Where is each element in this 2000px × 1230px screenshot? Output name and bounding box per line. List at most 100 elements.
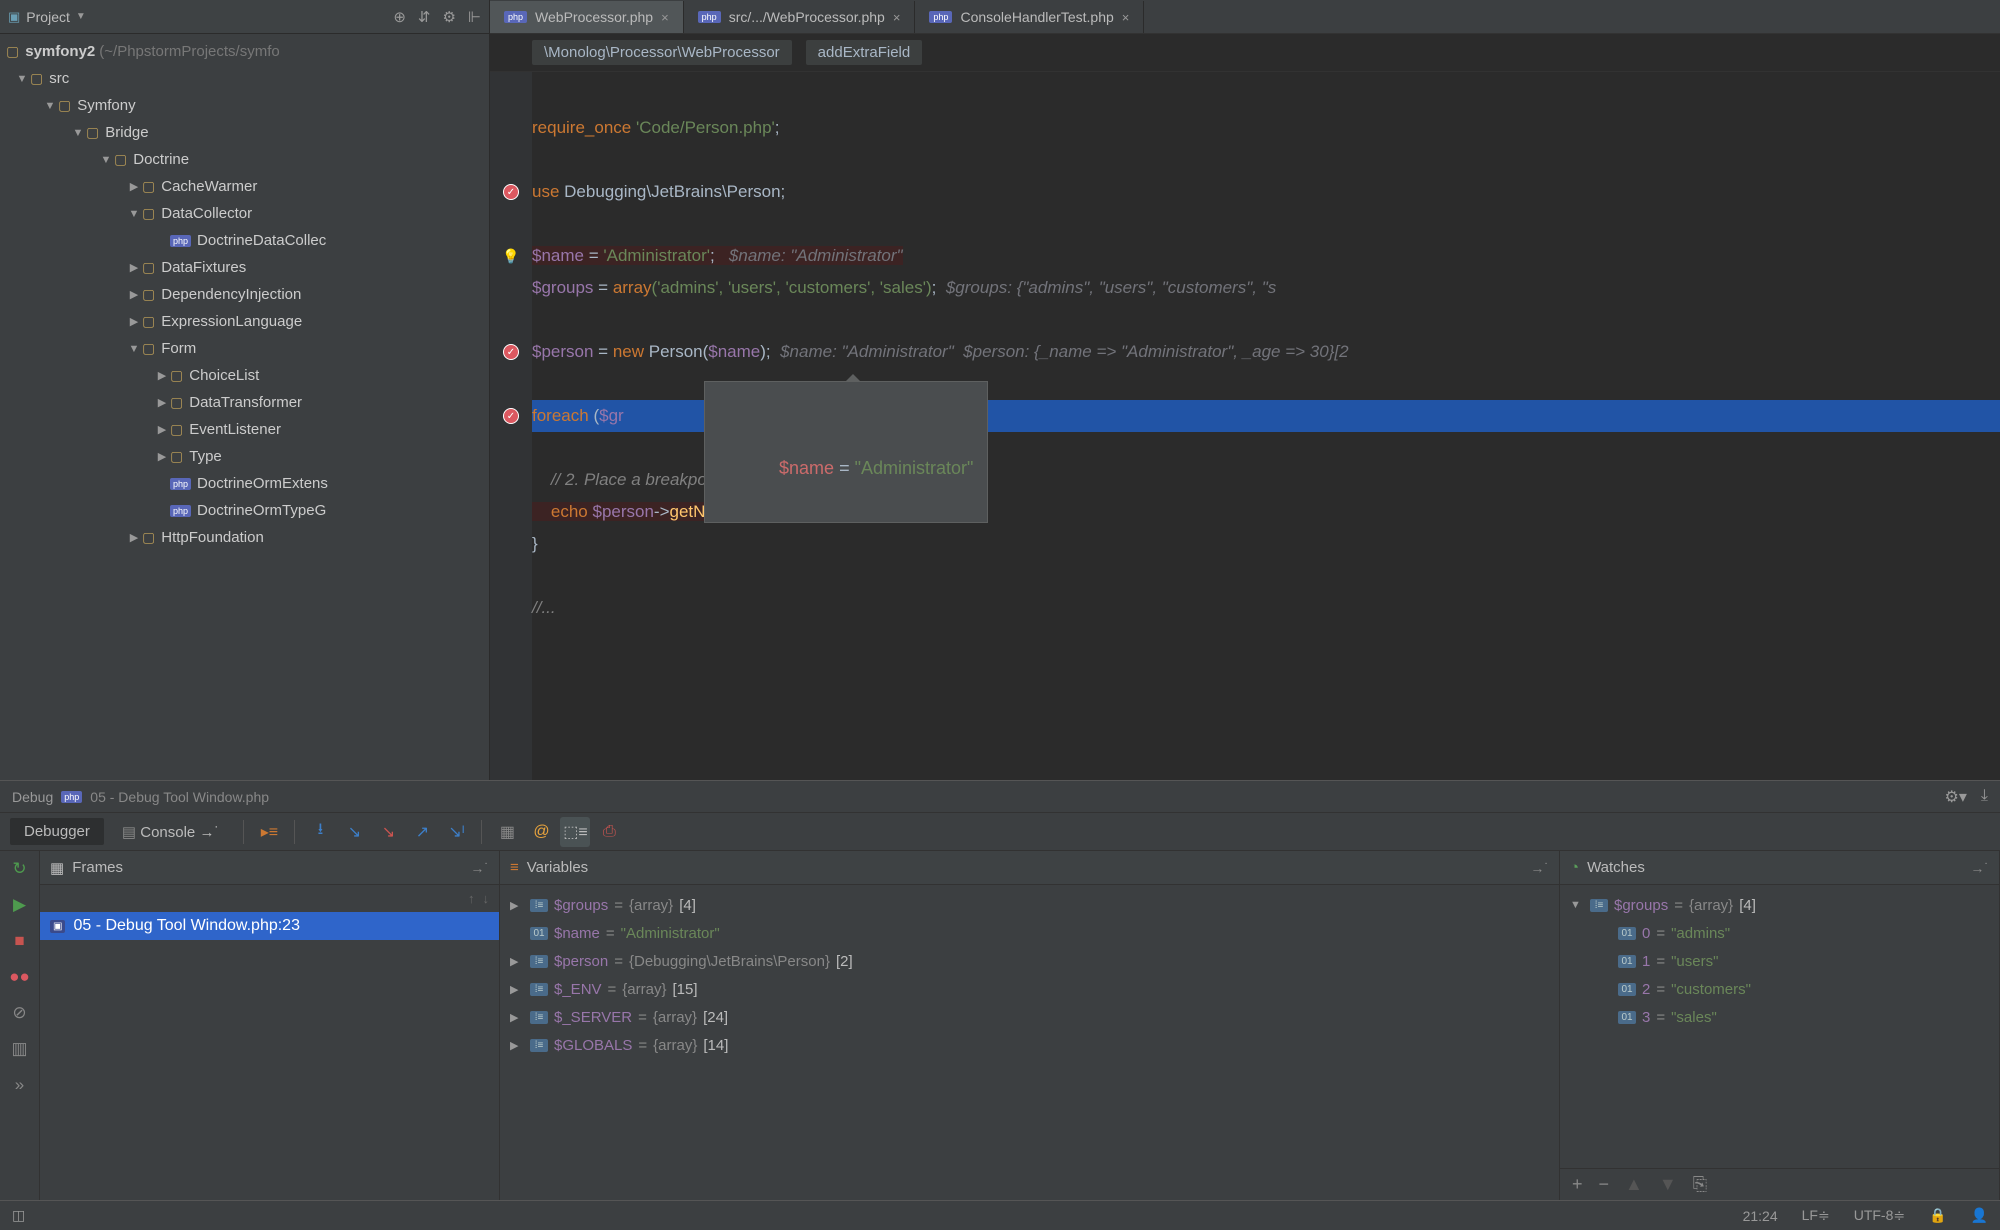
tree-arrow-icon[interactable]: ▼ xyxy=(70,127,86,139)
close-icon[interactable]: × xyxy=(1122,10,1130,25)
breakpoint-icon[interactable]: ✓ xyxy=(503,344,519,360)
breakpoint-icon[interactable]: ✓ xyxy=(503,184,519,200)
down-icon[interactable]: ▼ xyxy=(1659,1174,1677,1195)
copy-icon[interactable]: ⎘ xyxy=(1693,1174,1707,1195)
expand-arrow-icon[interactable]: ▶ xyxy=(510,899,524,912)
encoding[interactable]: UTF-8≑ xyxy=(1854,1207,1905,1224)
tree-arrow-icon[interactable]: ▶ xyxy=(154,396,170,409)
variable-row[interactable]: 012 = "customers" xyxy=(1570,975,1989,1003)
tree-row[interactable]: ▶▢CacheWarmer xyxy=(0,173,489,200)
variable-row[interactable]: ▶⁞≡$groups = {array} [4] xyxy=(510,891,1549,919)
tree-arrow-icon[interactable]: ▶ xyxy=(154,369,170,382)
hide-icon[interactable]: ⤓ xyxy=(1981,787,1988,807)
tool-window-icon[interactable]: ◫ xyxy=(12,1207,25,1224)
pin-icon[interactable]: →˙ xyxy=(1970,860,1989,876)
tree-row[interactable]: ▼▢DataCollector xyxy=(0,200,489,227)
show-exec-point-icon[interactable]: ▸≡ xyxy=(254,817,284,847)
code-editor[interactable]: ✓ 💡 ✓ ✓ require_once 'Code/Person.php'; … xyxy=(490,72,2000,780)
variable-row[interactable]: ▼⁞≡$groups = {array} [4] xyxy=(1570,891,1989,919)
tree-arrow-icon[interactable]: ▶ xyxy=(126,180,142,193)
gear-icon[interactable]: ⚙▾ xyxy=(1945,787,1967,807)
close-icon[interactable]: × xyxy=(661,10,669,25)
expand-arrow-icon[interactable]: ▶ xyxy=(510,1039,524,1052)
lock-icon[interactable]: 🔒 xyxy=(1929,1207,1946,1224)
tree-row[interactable]: ▶▢DependencyInjection xyxy=(0,281,489,308)
step-over-icon[interactable]: ⭳ xyxy=(305,817,335,847)
tree-row[interactable]: phpDoctrineOrmExtens xyxy=(0,470,489,497)
tree-row[interactable]: phpDoctrineDataCollec xyxy=(0,227,489,254)
gutter[interactable]: ✓ 💡 ✓ ✓ xyxy=(490,72,532,780)
tree-arrow-icon[interactable]: ▶ xyxy=(126,288,142,301)
variable-row[interactable]: 011 = "users" xyxy=(1570,947,1989,975)
rerun-icon[interactable]: ↻ xyxy=(12,859,26,879)
tree-root[interactable]: ▢ symfony2 (~/PhpstormProjects/symfo xyxy=(0,38,489,65)
variable-row[interactable]: ▶⁞≡$GLOBALS = {array} [14] xyxy=(510,1031,1549,1059)
remove-watch-icon[interactable]: − xyxy=(1599,1174,1610,1195)
tree-arrow-icon[interactable]: ▼ xyxy=(98,154,114,166)
tree-arrow-icon[interactable]: ▶ xyxy=(126,315,142,328)
editor-tab[interactable]: phpsrc/.../WebProcessor.php× xyxy=(684,1,916,33)
step-out-icon[interactable]: ↗ xyxy=(407,817,437,847)
sort-icon[interactable]: ⬚≡ xyxy=(560,817,590,847)
tree-arrow-icon[interactable]: ▼ xyxy=(42,100,58,112)
add-watch-icon[interactable]: + xyxy=(1572,1174,1583,1195)
tree-row[interactable]: phpDoctrineOrmTypeG xyxy=(0,497,489,524)
clipboard-icon[interactable]: ⎙ xyxy=(594,817,624,847)
chevron-down-icon[interactable]: ▼ xyxy=(76,11,86,22)
tree-row[interactable]: ▶▢ChoiceList xyxy=(0,362,489,389)
bulb-icon[interactable]: 💡 xyxy=(502,248,519,265)
stop-icon[interactable]: ■ xyxy=(14,931,24,951)
editor-tab[interactable]: phpWebProcessor.php× xyxy=(490,1,684,33)
view-breakpoints-icon[interactable]: ●● xyxy=(9,967,30,987)
at-icon[interactable]: @ xyxy=(526,817,556,847)
expand-arrow-icon[interactable]: ▶ xyxy=(510,983,524,996)
mute-breakpoints-icon[interactable]: ⊘ xyxy=(12,1003,26,1023)
close-icon[interactable]: × xyxy=(893,10,901,25)
run-to-cursor-icon[interactable]: ↘ᴵ xyxy=(441,817,471,847)
tree-row[interactable]: ▼▢Symfony xyxy=(0,92,489,119)
force-step-into-icon[interactable]: ↘ xyxy=(373,817,403,847)
tree-row[interactable]: ▼▢Doctrine xyxy=(0,146,489,173)
tree-arrow-icon[interactable]: ▼ xyxy=(126,343,142,355)
evaluate-icon[interactable]: ▦ xyxy=(492,817,522,847)
up-icon[interactable]: ▲ xyxy=(1625,1174,1643,1195)
tree-row[interactable]: ▼▢Bridge xyxy=(0,119,489,146)
frame-row[interactable]: ▣ 05 - Debug Tool Window.php:23 xyxy=(40,912,499,940)
inspector-icon[interactable]: 👤 xyxy=(1971,1207,1988,1224)
expand-arrow-icon[interactable]: ▶ xyxy=(510,1011,524,1024)
tree-arrow-icon[interactable]: ▶ xyxy=(154,423,170,436)
pin-icon[interactable]: →˙ xyxy=(470,860,489,876)
frame-next-icon[interactable]: ↓ xyxy=(483,891,490,906)
frame-prev-icon[interactable]: ↑ xyxy=(468,891,475,906)
tree-row[interactable]: ▶▢HttpFoundation xyxy=(0,524,489,551)
tree-arrow-icon[interactable]: ▶ xyxy=(126,261,142,274)
tree-row[interactable]: ▶▢DataFixtures xyxy=(0,254,489,281)
gear-icon[interactable]: ⚙ xyxy=(442,8,455,26)
expand-arrow-icon[interactable]: ▼ xyxy=(1570,899,1584,911)
tree-row[interactable]: ▼▢Form xyxy=(0,335,489,362)
project-title[interactable]: Project xyxy=(26,9,70,25)
tab-debugger[interactable]: Debugger xyxy=(10,818,104,845)
resume-icon[interactable]: ▶ xyxy=(13,895,26,915)
variable-row[interactable]: ▶⁞≡$_SERVER = {array} [24] xyxy=(510,1003,1549,1031)
more-icon[interactable]: » xyxy=(15,1075,24,1095)
collapse-icon[interactable]: ⇵ xyxy=(418,8,431,26)
tree-row[interactable]: ▼▢src xyxy=(0,65,489,92)
hide-icon[interactable]: ⊩ xyxy=(468,8,481,26)
pin-icon[interactable]: →˙ xyxy=(1530,860,1549,876)
breakpoint-icon[interactable]: ✓ xyxy=(503,408,519,424)
expand-arrow-icon[interactable]: ▶ xyxy=(510,955,524,968)
breadcrumb[interactable]: addExtraField xyxy=(806,40,923,65)
variable-row[interactable]: 01$name = "Administrator" xyxy=(510,919,1549,947)
editor-tab[interactable]: phpConsoleHandlerTest.php× xyxy=(915,1,1144,33)
scroll-to-icon[interactable]: ⊕ xyxy=(393,8,406,26)
variable-row[interactable]: 010 = "admins" xyxy=(1570,919,1989,947)
tree-arrow-icon[interactable]: ▼ xyxy=(14,73,30,85)
code-content[interactable]: require_once 'Code/Person.php'; use Debu… xyxy=(532,72,2000,780)
caret-position[interactable]: 21:24 xyxy=(1743,1208,1778,1224)
variable-row[interactable]: ▶⁞≡$_ENV = {array} [15] xyxy=(510,975,1549,1003)
step-into-icon[interactable]: ↘ xyxy=(339,817,369,847)
project-tree[interactable]: ▢ symfony2 (~/PhpstormProjects/symfo ▼▢s… xyxy=(0,34,489,780)
line-ending[interactable]: LF≑ xyxy=(1802,1207,1830,1224)
tree-arrow-icon[interactable]: ▼ xyxy=(126,208,142,220)
